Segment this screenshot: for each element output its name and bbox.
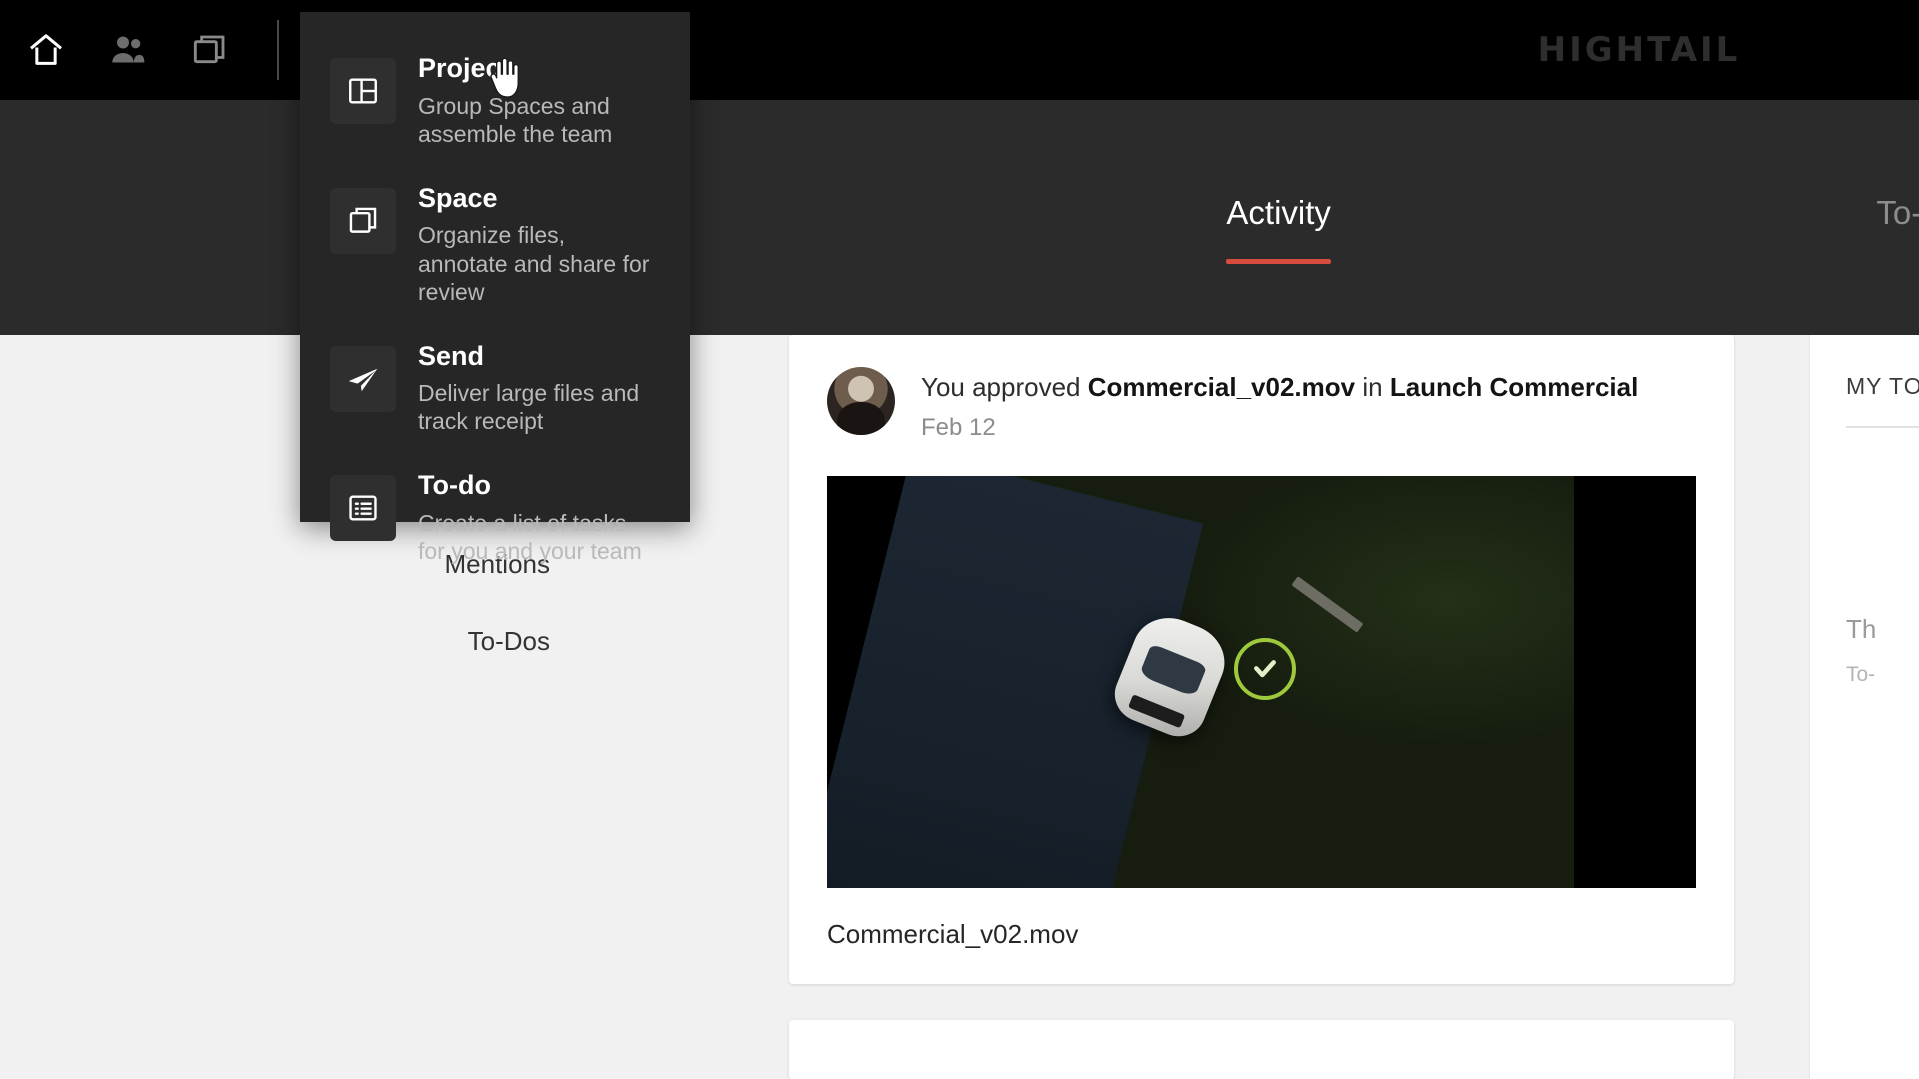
menu-item-description: Deliver large files and track receipt: [418, 380, 640, 435]
project-layout-icon: [330, 58, 396, 124]
nav-divider: [277, 20, 279, 80]
avatar: [827, 367, 895, 435]
activity-action-prefix: You approved: [921, 372, 1088, 402]
menu-item-project[interactable]: Project Group Spaces and assemble the te…: [300, 36, 690, 166]
video-frame: [827, 475, 1574, 888]
tab-bar: pdated Activity To-do: [0, 100, 1919, 335]
app-root: HIGHTAIL pdated Activity To-do Approvals…: [0, 0, 1919, 1079]
brand-logo: HIGHTAIL: [1537, 30, 1741, 70]
attachment-filename[interactable]: Commercial_v02.mov: [789, 887, 1734, 984]
approved-check-icon: [1233, 638, 1296, 701]
menu-item-description: Organize files, annotate and share for r…: [418, 222, 650, 305]
stick-shape: [1291, 576, 1364, 633]
panel-divider: [1846, 426, 1919, 428]
activity-date: Feb 12: [921, 413, 996, 441]
people-icon[interactable]: [106, 28, 150, 72]
activity-feed: You approved Commercial_v02.mov in Launc…: [789, 335, 1734, 1079]
create-new-dropdown-menu: Project Group Spaces and assemble the te…: [300, 12, 690, 564]
menu-item-description: Create a list of tasks for you and your …: [418, 510, 642, 565]
sidebar-item-label: To-Dos: [467, 626, 550, 656]
menu-item-title: To-do: [418, 470, 491, 501]
activity-project-name[interactable]: Launch Commercial: [1390, 372, 1639, 402]
activity-card-next[interactable]: [789, 1019, 1734, 1079]
todo-item-title[interactable]: Th: [1846, 614, 1919, 645]
page-body: Approvals Comments Follow-ups Mentions T…: [0, 309, 1919, 1079]
panel-title: MY TO-: [1846, 373, 1919, 399]
spaces-icon[interactable]: [188, 28, 232, 72]
global-nav-icons: [24, 0, 232, 100]
todo-list-icon: [330, 475, 396, 542]
menu-item-send[interactable]: Send Deliver large files and track recei…: [300, 324, 690, 454]
activity-summary: You approved Commercial_v02.mov in Launc…: [921, 371, 1638, 404]
menu-item-space[interactable]: Space Organize files, annotate and share…: [300, 166, 690, 324]
home-icon[interactable]: [24, 28, 68, 72]
space-stack-icon: [330, 187, 396, 254]
menu-item-todo[interactable]: To-do Create a list of tasks for you and…: [300, 453, 690, 583]
menu-item-title: Send: [418, 340, 485, 371]
sidebar-item-to-dos[interactable]: To-Dos: [0, 603, 740, 680]
top-navigation-bar: HIGHTAIL: [0, 0, 1919, 100]
video-thumbnail[interactable]: [827, 475, 1696, 888]
my-todos-panel: MY TO- Th To-: [1810, 335, 1919, 1079]
activity-file-name[interactable]: Commercial_v02.mov: [1088, 372, 1355, 402]
menu-item-title: Project: [418, 53, 510, 83]
todo-item-meta: To-: [1846, 663, 1876, 686]
menu-item-description: Group Spaces and assemble the team: [418, 92, 613, 147]
activity-card-header: You approved Commercial_v02.mov in Launc…: [789, 335, 1734, 442]
tab-todo[interactable]: To-do: [1876, 194, 1919, 242]
menu-item-title: Space: [418, 182, 498, 213]
send-paper-plane-icon: [330, 345, 396, 412]
tab-activity[interactable]: Activity: [1226, 194, 1331, 264]
activity-middle: in: [1355, 372, 1390, 402]
activity-card[interactable]: You approved Commercial_v02.mov in Launc…: [789, 335, 1734, 984]
